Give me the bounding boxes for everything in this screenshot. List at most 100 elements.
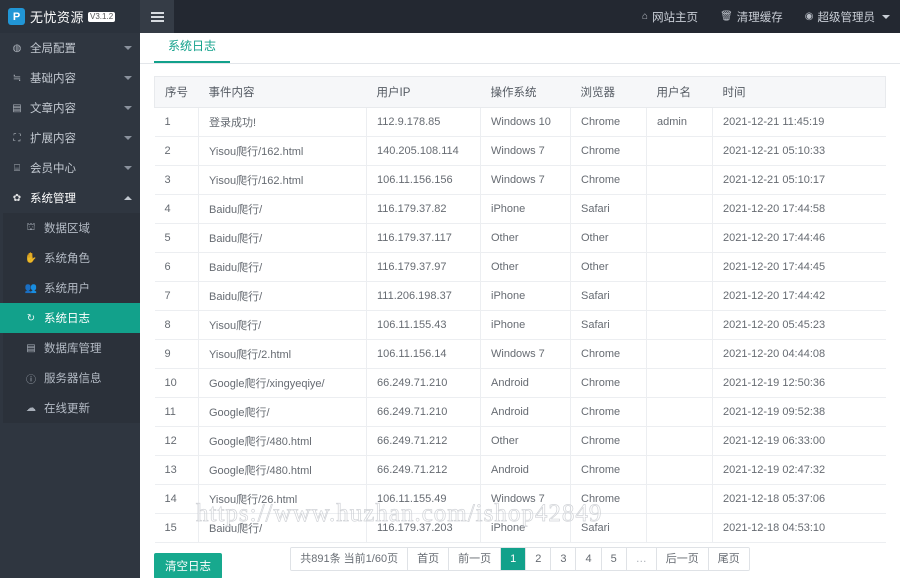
table-cell-r6-c5 [646, 281, 713, 311]
sidebar-subitem-label: 数据库管理 [44, 343, 102, 355]
table-cell-r9-c5 [646, 368, 713, 398]
trash-icon: 🗑 [720, 11, 733, 22]
table-cell-r14-c0: 15 [154, 513, 199, 543]
cloud-upload-icon: ☁ [26, 402, 36, 414]
pagination-first-button[interactable]: 首页 [408, 548, 450, 570]
table-row[interactable]: 5 Baidu爬行/116.179.37.117 Other Other 2021-12… [154, 223, 886, 253]
table-cell-r10-c6: 2021-12-19 09:52:38 [712, 397, 886, 427]
table-header-cell-4: 浏览器 [570, 76, 647, 108]
table-cell-r9-c4: Chrome [570, 368, 647, 398]
sidebar-item-label: 扩展内容 [30, 133, 76, 145]
sidebar-item-label: 文章内容 [30, 103, 76, 115]
table-header-row: 序号 事件内容 用户IP 操作系统 浏览器 用户名 时间 [154, 76, 886, 108]
sidebar-subitem-label: 系统日志 [44, 313, 90, 325]
table-cell-r12-c6: 2021-12-19 02:47:32 [712, 455, 886, 485]
sidebar-subitem-6[interactable]: ☁ 在线更新 [0, 393, 140, 423]
table-row[interactable]: 2 Yisou爬行/162.html 140.205.108.114 Windows … [154, 136, 886, 166]
table-row[interactable]: 10 Google爬行/xingyeqiye/66.249.71.210 Andro… [154, 368, 886, 398]
sidebar-item-0[interactable]: ◍ 全局配置 [0, 33, 140, 63]
sidebar-subitem-0[interactable]: ⛫ 数据区域 [0, 213, 140, 243]
table-cell-r4-c3: Other [480, 223, 571, 253]
tab-system-log[interactable]: 系统日志 [154, 37, 231, 63]
pagination-page-1[interactable]: 1 [501, 548, 527, 570]
table-cell-r4-c5 [646, 223, 713, 253]
table-cell-r7-c3: iPhone [480, 310, 571, 340]
chevron-down-icon [124, 76, 132, 80]
table-cell-r9-c0: 10 [154, 368, 199, 398]
sidebar-subitem-3[interactable]: ↻ 系统日志 [0, 303, 140, 333]
chevron-up-icon [124, 196, 132, 200]
sidebar-subitem-5[interactable]: ⓘ 服务器信息 [0, 363, 140, 393]
pagination-last-button[interactable]: 尾页 [708, 548, 749, 570]
table-row[interactable]: 8 Yisou爬行/106.11.155.43 iPhone Safari 2021-1… [154, 310, 886, 340]
table-row[interactable]: 7 Baidu爬行/111.206.198.37 iPhone Safari 2021-… [154, 281, 886, 311]
table-row[interactable]: 9 Yisou爬行/2.html 106.11.156.14 Windows 7 Chr… [154, 339, 886, 369]
table-cell-r7-c2: 106.11.155.43 [366, 310, 481, 340]
sidebar-subitem-4[interactable]: ▤ 数据库管理 [0, 333, 140, 363]
sidebar-item-3[interactable]: ⛶ 扩展内容 [0, 123, 140, 153]
table-row[interactable]: 14 Yisou爬行/26.html 106.11.155.49 Windows 7C… [154, 484, 886, 514]
pagination-prev-button[interactable]: 前一页 [449, 548, 502, 570]
logo-area[interactable]: P 无忧资源 V3.1.2 [0, 0, 140, 33]
table-row[interactable]: 3 Yisou爬行/162.html 106.11.156.156 Windows 7… [154, 165, 886, 195]
table-cell-r11-c3: Other [480, 426, 571, 456]
sidebar-subitem-label: 系统角色 [44, 253, 90, 265]
sidebar-item-label: 全局配置 [30, 43, 76, 55]
table-cell-r2-c1: Yisou爬行/162.html [198, 165, 367, 195]
sidebar-item-2[interactable]: ▤ 文章内容 [0, 93, 140, 123]
table-cell-r8-c4: Chrome [570, 339, 647, 369]
sidebar-subitem-2[interactable]: 👥 系统用户 [0, 273, 140, 303]
topbar-item-clear-cache[interactable]: 🗑 清理缓存 [720, 9, 783, 25]
pagination-page-2[interactable]: 2 [526, 548, 552, 570]
sidebar-submenu: ⛫ 数据区域 ✋ 系统角色 👥 系统用户 ↻ 系统日志 ▤ 数据库管理 ⓘ 服务器信息 ☁ 在线更新 [0, 213, 140, 423]
sidebar-item-4[interactable]: ⌸ 会员中心 [0, 153, 140, 183]
table-cell-r12-c0: 13 [154, 455, 199, 485]
table-body: 1 登录成功! 112.9.178.85 Windows 10 Chrome admin 2… [154, 107, 886, 543]
pagination: 共891条 当前1/60页 首页 前一页 1 2 3 4 5… 后一页 尾页 [140, 547, 900, 571]
table-row[interactable]: 12 Google爬行/480.html 66.249.71.212 Other Chr… [154, 426, 886, 456]
table-cell-r13-c5 [646, 484, 713, 514]
topbar-item-user-menu[interactable]: ◉ 超级管理员 [805, 9, 890, 25]
table-cell-r3-c3: iPhone [480, 194, 571, 224]
table-cell-r10-c0: 11 [154, 397, 199, 427]
table-cell-r12-c2: 66.249.71.212 [366, 455, 481, 485]
sidebar-menu: ◍ 全局配置 ≒ 基础内容 ▤ 文章内容 ⛶ 扩展内容 ⌸ 会员中心 ✿ 系统管理 ⛫ 数据区域 ✋ 系统角色… [0, 33, 140, 423]
history-icon: ↻ [26, 312, 36, 324]
table-row[interactable]: 4 Baidu爬行/116.179.37.82 iPhone Safari 2021-1… [154, 194, 886, 224]
table-cell-r1-c6: 2021-12-21 05:10:33 [712, 136, 886, 166]
table-cell-r12-c1: Google爬行/480.html [198, 455, 367, 485]
table-cell-r11-c6: 2021-12-19 06:33:00 [712, 426, 886, 456]
globe-icon: ◍ [12, 42, 22, 54]
table-cell-r1-c3: Windows 7 [480, 136, 571, 166]
table-header-cell-3: 操作系统 [480, 76, 571, 108]
tab-bar: 系统日志 [140, 33, 900, 64]
table-cell-r6-c0: 7 [154, 281, 199, 311]
table-cell-r7-c4: Safari [570, 310, 647, 340]
sidebar-item-5[interactable]: ✿ 系统管理 [0, 183, 140, 213]
topbar-item-home[interactable]: ⌂ 网站主页 [642, 9, 698, 25]
table-row[interactable]: 11 Google爬行/66.249.71.210 Android Chrome 202… [154, 397, 886, 427]
table-row[interactable]: 6 Baidu爬行/116.179.37.97 Other Other 2021-12-… [154, 252, 886, 282]
table-cell-r13-c6: 2021-12-18 05:37:06 [712, 484, 886, 514]
sidebar-subitem-1[interactable]: ✋ 系统角色 [0, 243, 140, 273]
pagination-next-button[interactable]: 后一页 [656, 548, 709, 570]
table-cell-r1-c2: 140.205.108.114 [366, 136, 481, 166]
table-row[interactable]: 1 登录成功! 112.9.178.85 Windows 10 Chrome admin 2… [154, 107, 886, 137]
sidebar-active-edge [0, 33, 3, 578]
pagination-page-3[interactable]: 3 [551, 548, 577, 570]
table-row[interactable]: 13 Google爬行/480.html 66.249.71.212 Android C… [154, 455, 886, 485]
sidebar-item-1[interactable]: ≒ 基础内容 [0, 63, 140, 93]
table-row[interactable]: 15 Baidu爬行/116.179.37.203 iPhone Safari 2021… [154, 513, 886, 543]
pagination-page-4[interactable]: 4 [576, 548, 602, 570]
table-cell-r7-c6: 2021-12-20 05:45:23 [712, 310, 886, 340]
table-cell-r9-c2: 66.249.71.210 [366, 368, 481, 398]
table-cell-r3-c5 [646, 194, 713, 224]
brand-version-badge: V3.1.2 [88, 11, 116, 22]
pagination-page-5[interactable]: 5 [601, 548, 627, 570]
table-cell-r8-c3: Windows 7 [480, 339, 571, 369]
sitemap-icon: ⛫ [26, 221, 36, 233]
sliders-icon: ≒ [12, 72, 22, 84]
sidebar-toggle-button[interactable] [140, 0, 174, 33]
table-cell-r2-c5 [646, 165, 713, 195]
topbar-item-user-label: 超级管理员 [817, 11, 876, 24]
